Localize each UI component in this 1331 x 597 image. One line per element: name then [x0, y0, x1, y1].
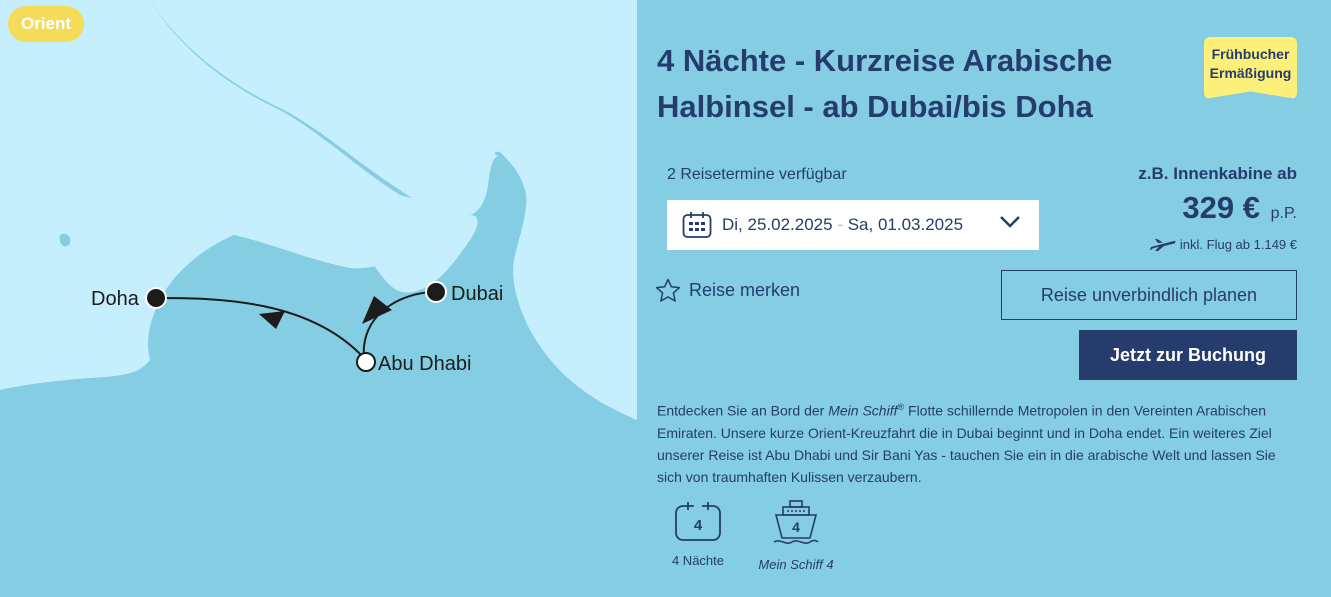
promo-badge: Frühbucher Ermäßigung: [1204, 37, 1297, 99]
route-map: Doha Dubai Abu Dhabi Orient: [0, 0, 637, 597]
feature-ship: 4 Mein Schiff 4: [751, 500, 841, 572]
date-start: Di, 25.02.2025: [722, 215, 833, 234]
date-range: Di, 25.02.2025 - Sa, 01.03.2025: [722, 215, 963, 235]
dates-available: 2 Reisetermine verfügbar: [667, 166, 847, 183]
ship-label: Mein Schiff 4: [758, 557, 834, 572]
promo-line-2: Ermäßigung: [1209, 65, 1292, 81]
nights-number: 4: [694, 517, 703, 534]
calendar-icon: [682, 212, 712, 238]
price-amount: 329 €: [1182, 190, 1260, 225]
port-label-abu-dhabi: Abu Dhabi: [378, 353, 471, 375]
price-label: z.B. Innenkabine ab: [1138, 164, 1297, 183]
ship-icon: 4: [773, 500, 819, 544]
feature-nights: 4 4 Nächte: [653, 500, 743, 568]
port-label-dubai: Dubai: [451, 283, 503, 305]
flight-price-text: inkl. Flug ab 1.149 €: [1179, 237, 1297, 252]
region-badge: Orient: [8, 6, 85, 42]
port-marker-doha[interactable]: [145, 287, 167, 309]
port-marker-dubai[interactable]: [425, 281, 447, 303]
cruise-detail-panel: 4 Nächte - Kurzreise Arabische Halbinsel…: [637, 0, 1331, 597]
date-end: Sa, 01.03.2025: [847, 215, 964, 234]
chevron-down-icon: [1000, 216, 1020, 228]
plan-trip-button[interactable]: Reise unverbindlich planen: [1001, 270, 1297, 320]
ship-number: 4: [792, 519, 800, 535]
flight-info: inkl. Flug ab 1.149 €: [1149, 237, 1297, 252]
cruise-title: 4 Nächte - Kurzreise Arabische Halbinsel…: [657, 43, 1113, 124]
date-separator: -: [832, 215, 848, 234]
ship-name-italic: Mein Schiff: [828, 402, 898, 419]
cruise-description: Entdecken Sie an Bord der Mein Schiff® F…: [657, 396, 1297, 488]
watchlist-label: Reise merken: [689, 280, 801, 300]
description-part-1: Entdecken Sie an Bord der: [657, 402, 829, 419]
star-icon: [655, 278, 681, 302]
date-selector[interactable]: Di, 25.02.2025 - Sa, 01.03.2025: [667, 200, 1039, 250]
port-label-doha: Doha: [91, 288, 140, 310]
promo-line-1: Frühbucher: [1211, 46, 1290, 62]
calendar-nights-icon: 4: [675, 502, 721, 541]
price-unit: p.P.: [1270, 205, 1297, 222]
price-value: 329 € p.P.: [1182, 190, 1297, 226]
book-now-button[interactable]: Jetzt zur Buchung: [1079, 330, 1297, 380]
airplane-icon: [1149, 238, 1176, 251]
watchlist-toggle[interactable]: Reise merken: [655, 278, 800, 303]
port-marker-abu-dhabi[interactable]: [356, 352, 376, 372]
nights-label: 4 Nächte: [671, 553, 725, 568]
map-graphic: Doha Dubai Abu Dhabi: [0, 0, 637, 597]
